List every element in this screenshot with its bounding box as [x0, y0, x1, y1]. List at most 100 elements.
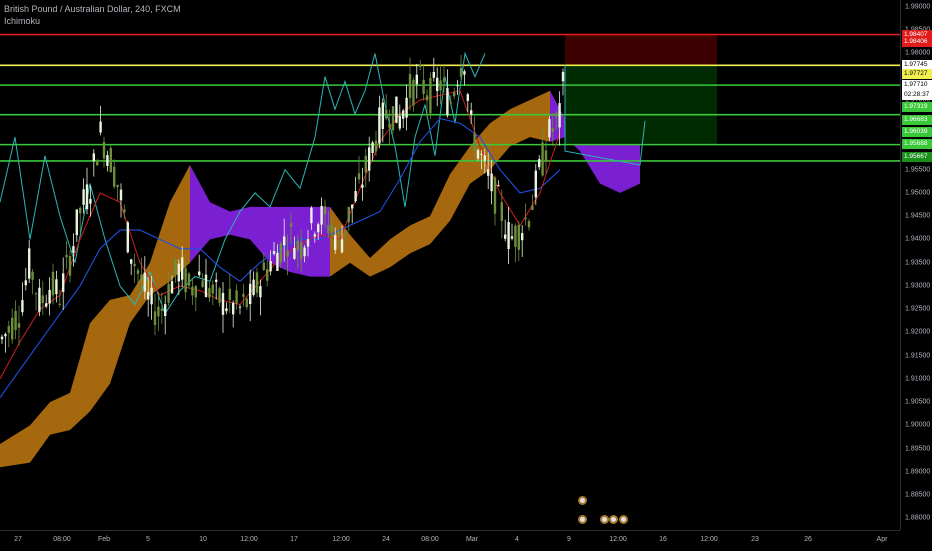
candle-body [432, 71, 435, 78]
price-tag: 1.96683 [902, 114, 932, 125]
candle-body [249, 283, 252, 305]
kumo-segment [370, 239, 390, 277]
candle-body [327, 225, 330, 234]
economic-event-marker[interactable] [578, 515, 587, 524]
candle-body [395, 96, 398, 123]
candle-body [204, 274, 208, 297]
candle-body [510, 236, 514, 239]
time-tick-label: 27 [14, 536, 22, 543]
candle-body [487, 169, 490, 176]
candle-body [500, 202, 503, 221]
candle-body [153, 311, 157, 325]
price-tag: 02:28:37 [902, 90, 932, 101]
candle-body [194, 286, 197, 298]
price-tick-label: 1.94000 [905, 235, 931, 243]
candle-body [463, 71, 466, 75]
candle-body [38, 287, 41, 312]
candle-body [208, 288, 211, 298]
candle-body [388, 123, 391, 128]
candle-body [378, 107, 381, 144]
kumo-segment [390, 225, 410, 268]
candle-body [279, 243, 282, 263]
price-tick-label: 1.92500 [905, 305, 931, 313]
candle-body [55, 279, 58, 295]
kumo-segment [530, 90, 550, 142]
candle-body [361, 184, 364, 188]
candle-body [150, 287, 153, 305]
candle-body [402, 110, 405, 119]
candle-body [374, 140, 378, 152]
candle-body [368, 147, 371, 171]
kumo-segment [430, 174, 450, 245]
economic-event-marker[interactable] [578, 496, 587, 505]
candle-body [419, 64, 422, 68]
kumo-segment [350, 234, 370, 277]
candle-body [167, 283, 170, 303]
candle-body [245, 298, 248, 308]
price-tick-label: 1.91000 [905, 375, 931, 383]
candle-body [235, 290, 238, 304]
indicator-label[interactable]: Ichimoku [4, 15, 181, 27]
candle-body [449, 102, 452, 104]
price-axis[interactable]: 1.990001.985001.980001.975001.970001.965… [900, 0, 932, 530]
candle-body [24, 280, 27, 286]
candle-body [320, 205, 323, 225]
candle-body [79, 207, 82, 214]
candle-body [225, 308, 228, 312]
candle-body [466, 94, 469, 101]
price-tick-label: 1.99000 [905, 3, 931, 11]
kumo-segment [580, 141, 600, 184]
economic-event-marker[interactable] [600, 515, 609, 524]
candle-body [459, 67, 463, 77]
chart-plot[interactable] [0, 0, 900, 530]
kumo-segment [410, 216, 430, 254]
candle-body [286, 250, 289, 257]
candle-body [442, 78, 446, 82]
candle-body [181, 257, 184, 280]
candle-body [232, 302, 235, 315]
candle-body [109, 147, 112, 173]
time-tick-label: 17 [290, 536, 298, 543]
candle-body [364, 155, 367, 173]
kumo-segment [600, 141, 620, 193]
candle-body [266, 269, 269, 281]
candle-body [269, 261, 272, 272]
candle-body [300, 242, 303, 260]
candle-body [337, 231, 340, 235]
price-tag: 1.97727 [902, 68, 932, 79]
candle-body [551, 128, 554, 132]
candle-body [130, 259, 133, 264]
candle-body [21, 300, 24, 313]
price-tick-label: 1.95500 [905, 166, 931, 174]
economic-event-marker[interactable] [609, 515, 618, 524]
chart-area[interactable]: British Pound / Australian Dollar, 240, … [0, 0, 900, 530]
candle-body [102, 142, 106, 159]
candle-body [507, 222, 510, 250]
candle-body [140, 274, 143, 281]
candle-body [133, 263, 136, 267]
candle-body [89, 198, 92, 204]
candle-body [218, 288, 221, 303]
price-tick-label: 1.94500 [905, 212, 931, 220]
candle-body [371, 142, 374, 154]
kumo-segment [550, 90, 565, 142]
candle-body [534, 170, 537, 198]
time-axis[interactable]: 27 08:00 Feb 5 10 12:00 17 12:00 24 08:00 Mar 4 9 12:… [0, 530, 900, 551]
candle-body [58, 303, 61, 305]
candle-body [334, 235, 337, 250]
candle-body [157, 306, 160, 317]
candle-body [4, 333, 7, 337]
candle-body [344, 230, 347, 235]
candle-body [174, 258, 177, 276]
time-tick-label: Feb [97, 536, 111, 543]
candle-body [408, 73, 412, 98]
candle-body [215, 279, 218, 282]
candle-body [82, 189, 85, 205]
price-tick-label: 1.89000 [905, 468, 931, 476]
candle-body [293, 247, 296, 259]
candle-body [446, 87, 449, 116]
candle-body [480, 153, 483, 155]
economic-event-marker[interactable] [619, 515, 628, 524]
candle-body [136, 269, 140, 274]
candle-body [143, 272, 146, 292]
